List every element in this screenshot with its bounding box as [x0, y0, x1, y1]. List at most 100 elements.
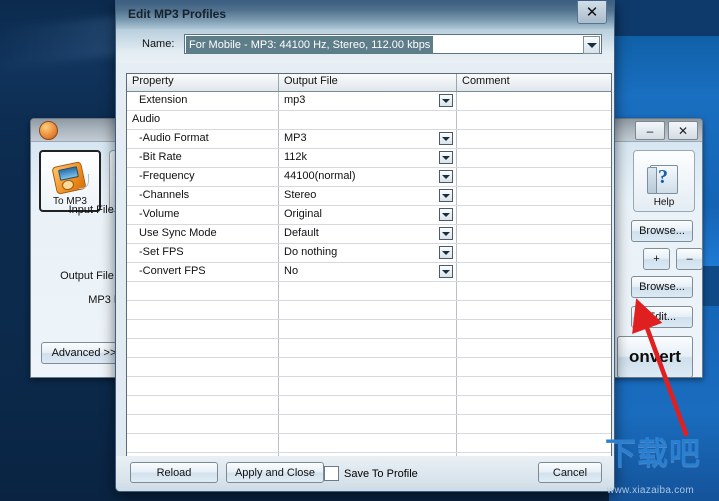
grid-header: Property Output File Comment: [127, 74, 611, 92]
table-row[interactable]: [127, 377, 611, 396]
table-row[interactable]: -Audio Format MP3: [127, 130, 611, 149]
chevron-down-icon[interactable]: [439, 208, 453, 221]
save-to-profile-group[interactable]: Save To Profile: [324, 466, 418, 481]
table-row[interactable]: Use Sync Mode Default: [127, 225, 611, 244]
cell-property: [127, 434, 279, 452]
cancel-button[interactable]: Cancel: [538, 462, 602, 483]
save-to-profile-checkbox[interactable]: [324, 466, 339, 481]
tab-help[interactable]: ? Help: [633, 150, 695, 212]
remove-button[interactable]: –: [676, 248, 702, 270]
cell-comment[interactable]: [457, 149, 611, 167]
chevron-down-icon[interactable]: [583, 36, 600, 54]
cell-output-file[interactable]: [279, 358, 457, 376]
table-row[interactable]: Audio: [127, 111, 611, 130]
cell-comment[interactable]: [457, 92, 611, 110]
cell-comment[interactable]: [457, 358, 611, 376]
table-row[interactable]: -Volume Original: [127, 206, 611, 225]
table-row[interactable]: [127, 282, 611, 301]
cell-output-file[interactable]: No: [279, 263, 457, 281]
cell-comment[interactable]: [457, 339, 611, 357]
cell-comment[interactable]: [457, 225, 611, 243]
chevron-down-icon[interactable]: [439, 189, 453, 202]
table-row[interactable]: [127, 339, 611, 358]
profile-name-value[interactable]: For Mobile - MP3: 44100 Hz, Stereo, 112.…: [186, 36, 434, 54]
dialog-titlebar[interactable]: Edit MP3 Profiles ✕: [116, 1, 614, 29]
column-header-comment[interactable]: Comment: [457, 74, 611, 91]
chevron-down-icon[interactable]: [439, 132, 453, 145]
cell-comment[interactable]: [457, 377, 611, 395]
cell-comment[interactable]: [457, 434, 611, 452]
table-row[interactable]: [127, 301, 611, 320]
table-row[interactable]: -Frequency 44100(normal): [127, 168, 611, 187]
cell-comment[interactable]: [457, 415, 611, 433]
cell-output-file[interactable]: [279, 377, 457, 395]
chevron-down-icon[interactable]: [439, 227, 453, 240]
cell-output-file[interactable]: Do nothing: [279, 244, 457, 262]
desktop-band-2: [609, 36, 719, 96]
cell-comment[interactable]: [457, 301, 611, 319]
profile-name-combobox[interactable]: For Mobile - MP3: 44100 Hz, Stereo, 112.…: [184, 34, 602, 54]
tab-to-mp3[interactable]: To MP3: [39, 150, 101, 212]
cell-output-file[interactable]: 44100(normal): [279, 168, 457, 186]
chevron-down-icon[interactable]: [439, 170, 453, 183]
cell-comment[interactable]: [457, 282, 611, 300]
edit-button[interactable]: Edit...: [631, 306, 693, 328]
table-row[interactable]: -Bit Rate 112k: [127, 149, 611, 168]
cell-output-file[interactable]: [279, 339, 457, 357]
cell-output-file[interactable]: MP3: [279, 130, 457, 148]
name-row: Name: For Mobile - MP3: 44100 Hz, Stereo…: [116, 29, 614, 63]
close-icon[interactable]: ✕: [577, 1, 607, 24]
cell-output-file[interactable]: [279, 301, 457, 319]
table-row[interactable]: -Convert FPS No: [127, 263, 611, 282]
table-row[interactable]: [127, 415, 611, 434]
cell-comment[interactable]: [457, 244, 611, 262]
cell-comment[interactable]: [457, 130, 611, 148]
cell-output-file[interactable]: [279, 111, 457, 129]
apply-and-close-button[interactable]: Apply and Close: [226, 462, 324, 483]
cell-output-file[interactable]: [279, 396, 457, 414]
properties-grid[interactable]: Property Output File Comment Extension mp…: [126, 73, 612, 458]
cell-property: [127, 301, 279, 319]
cell-output-file[interactable]: mp3: [279, 92, 457, 110]
cell-output-file[interactable]: [279, 320, 457, 338]
chevron-down-icon[interactable]: [439, 94, 453, 107]
chevron-down-icon[interactable]: [439, 265, 453, 278]
cell-output-file[interactable]: [279, 415, 457, 433]
browse-input-button[interactable]: Browse...: [631, 220, 693, 242]
table-row[interactable]: [127, 358, 611, 377]
cell-comment[interactable]: [457, 187, 611, 205]
mp3-player-icon: [50, 161, 90, 195]
cell-comment[interactable]: [457, 396, 611, 414]
browse-output-button[interactable]: Browse...: [631, 276, 693, 298]
chevron-down-icon[interactable]: [439, 246, 453, 259]
table-row[interactable]: -Channels Stereo: [127, 187, 611, 206]
cell-output-file[interactable]: Original: [279, 206, 457, 224]
column-header-output-file[interactable]: Output File: [279, 74, 457, 91]
table-row[interactable]: [127, 320, 611, 339]
cell-comment[interactable]: [457, 111, 611, 129]
cell-output-file[interactable]: [279, 282, 457, 300]
cell-comment[interactable]: [457, 263, 611, 281]
cell-output-file[interactable]: Default: [279, 225, 457, 243]
app-logo-icon: [39, 121, 58, 140]
add-button[interactable]: +: [643, 248, 670, 270]
cell-output-file[interactable]: Stereo: [279, 187, 457, 205]
cell-comment[interactable]: [457, 206, 611, 224]
table-row[interactable]: [127, 396, 611, 415]
cell-output-file[interactable]: [279, 434, 457, 452]
table-row[interactable]: Extension mp3: [127, 92, 611, 111]
cell-comment[interactable]: [457, 320, 611, 338]
column-header-property[interactable]: Property: [127, 74, 279, 91]
cell-output-file[interactable]: 112k: [279, 149, 457, 167]
table-row[interactable]: [127, 434, 611, 453]
minimize-button[interactable]: –: [635, 121, 665, 140]
chevron-down-icon[interactable]: [439, 151, 453, 164]
cell-property: Audio: [127, 111, 279, 129]
cell-comment[interactable]: [457, 168, 611, 186]
close-button[interactable]: ✕: [668, 121, 698, 140]
reload-button[interactable]: Reload: [130, 462, 218, 483]
edit-mp3-profiles-dialog[interactable]: Edit MP3 Profiles ✕ Name: For Mobile - M…: [115, 0, 615, 492]
grid-body: Extension mp3 Audio -Audio Format MP3 -Bit Ra…: [127, 92, 611, 457]
convert-button[interactable]: onvert: [617, 336, 693, 377]
table-row[interactable]: -Set FPS Do nothing: [127, 244, 611, 263]
